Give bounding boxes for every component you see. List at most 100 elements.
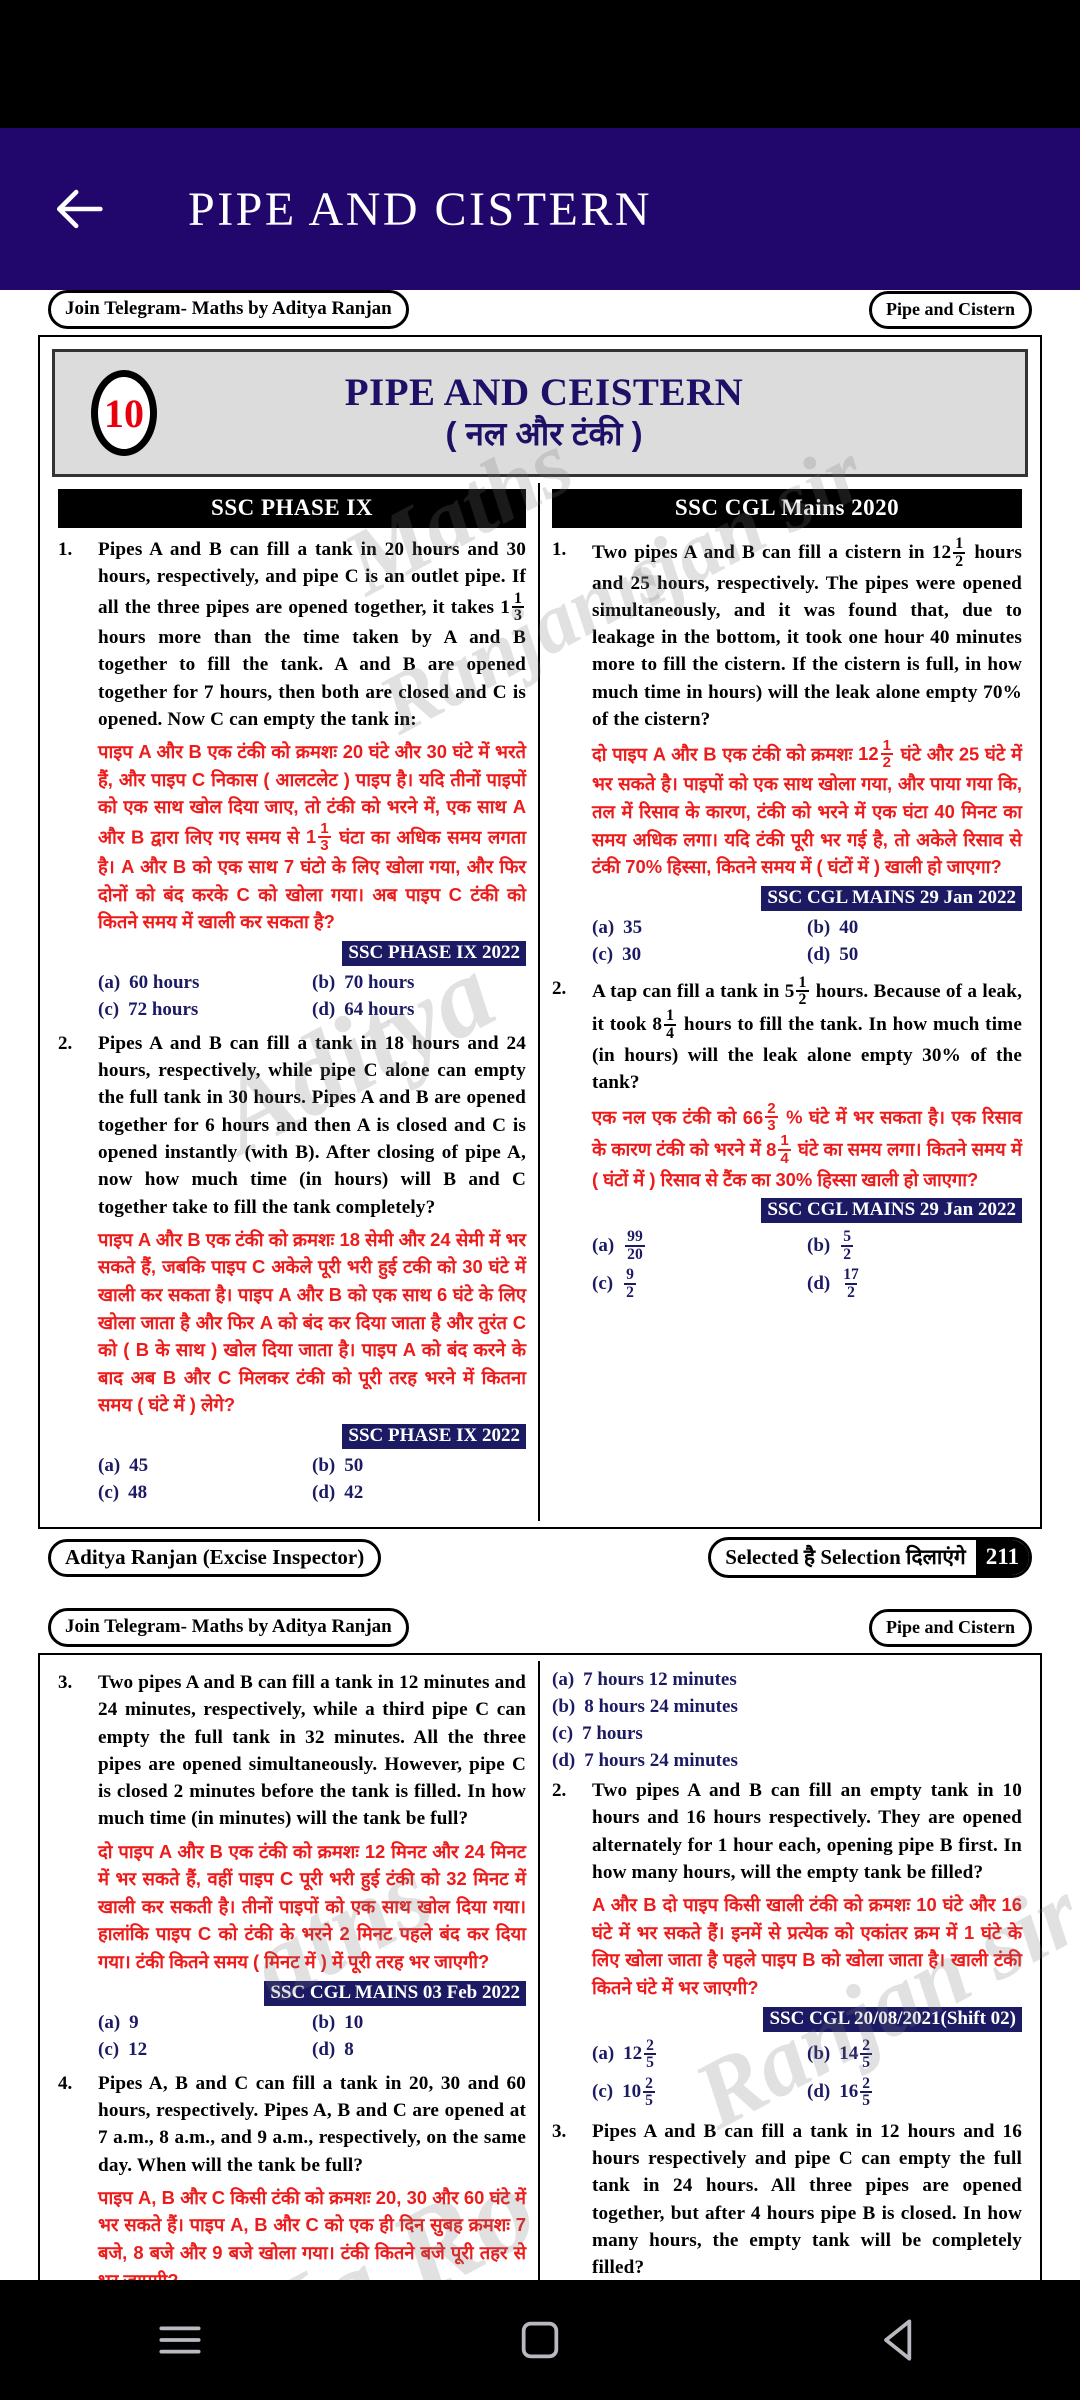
option-a[interactable]: (a) 99 20 [592, 1229, 807, 1262]
question-text-en-part2: hours and 25 hours, respectively. The pi… [592, 542, 1022, 730]
option-a[interactable]: (a) 7 hours 12 minutes [552, 1669, 1022, 1691]
fraction-whole: 12 [858, 743, 879, 765]
document-scroll-area[interactable]: Maths Ranjan s Aditya njan sir Join Tele… [0, 290, 1080, 2280]
option-b[interactable]: (b) 40 [807, 917, 1022, 939]
option-b[interactable]: (b) 50 [312, 1455, 526, 1477]
recents-icon[interactable] [152, 2312, 208, 2368]
option-mixed-fraction: 10 2 5 [622, 2076, 657, 2109]
option-text: 7 hours [582, 1723, 643, 1745]
option-text: 30 [622, 943, 642, 965]
option-d[interactable]: (d) 50 [807, 944, 1022, 966]
option-a[interactable]: (a) 12 2 5 [592, 2037, 807, 2071]
question-number: 1. [58, 539, 73, 560]
fraction-denominator: 5 [860, 2091, 873, 2110]
back-icon[interactable] [872, 2312, 928, 2368]
option-d[interactable]: (d) 42 [312, 1482, 526, 1504]
question-body: Two pipes A and B can fill an empty tank… [592, 1777, 1022, 2114]
telegram-pill[interactable]: Join Telegram- Maths by Aditya Ranjan [48, 1608, 409, 1648]
option-c[interactable]: (c) 12 [98, 2039, 312, 2061]
back-arrow-icon[interactable] [52, 180, 110, 238]
options-grid: (a) 99 20 (b) 5 2 (c) 9 2 (d) 17 2 [592, 1229, 1022, 1300]
fraction-whole: 1 [306, 826, 317, 848]
fraction-denominator: 4 [664, 1023, 677, 1042]
source-row: SSC CGL MAINS 29 Jan 2022 [592, 881, 1022, 911]
fraction-denominator: 2 [796, 990, 809, 1009]
question-item: 1. Pipes A and B can fill a tank in 20 h… [58, 536, 526, 1026]
option-label: (b) [807, 2043, 831, 2065]
option-b[interactable]: (b) 10 [312, 2012, 526, 2034]
option-label: (b) [312, 1455, 336, 1477]
option-c[interactable]: (c) 10 2 5 [592, 2076, 807, 2109]
option-row: (c) 30 (d) 50 [592, 944, 1022, 966]
option-a[interactable]: (a) 60 hours [98, 972, 312, 994]
mixed-fraction: 814 [652, 1008, 678, 1042]
option-d[interactable]: (d) 64 hours [312, 999, 526, 1021]
page-header-row: Join Telegram- Maths by Aditya Ranjan Pi… [38, 1608, 1042, 1653]
source-badge: SSC PHASE IX 2022 [342, 940, 526, 966]
question-text-en: A tap can fill a tank in 512 hours. Beca… [592, 974, 1022, 1097]
mixed-fraction: 814 [766, 1133, 793, 1166]
question-item: 2. Pipes A and B can fill a tank in 18 h… [58, 1030, 526, 1509]
options-grid: (a) 60 hours (b) 70 hours (c) 72 hours (d) 6… [98, 972, 526, 1021]
question-text-hi: दो पाइप A और B एक टंकी को क्रमशः 12 मिनट… [98, 1840, 526, 1973]
option-row: (a) 35 (b) 40 [592, 917, 1022, 939]
option-b[interactable]: (b) 70 hours [312, 972, 526, 994]
option-b[interactable]: (b) 14 2 5 [807, 2037, 1022, 2071]
option-c[interactable]: (c) 72 hours [98, 999, 312, 1021]
option-d[interactable]: (d) 16 2 5 [807, 2076, 1022, 2109]
option-fraction: 52 [841, 1229, 854, 1262]
option-mixed-fraction: 16 2 5 [839, 2076, 874, 2109]
option-d[interactable]: (d) 7 hours 24 minutes [552, 1750, 1022, 1772]
options-grid: (a) 45 (b) 50 (c) 48 (d) 42 [98, 1455, 526, 1504]
fraction-numerator: 9 [626, 1266, 634, 1284]
option-text: 50 [839, 943, 859, 965]
option-c[interactable]: (c) 48 [98, 1482, 312, 1504]
option-row: (c) 48 (d) 42 [98, 1482, 526, 1504]
option-row: (a) 7 hours 12 minutes [552, 1669, 1022, 1691]
fraction-whole: 12 [931, 542, 952, 564]
column-right: SSC CGL Mains 2020 1. Two pipes A and B … [540, 483, 1034, 1521]
option-a[interactable]: (a) 9 [98, 2012, 312, 2034]
option-b[interactable]: (b) 8 hours 24 minutes [552, 1696, 1022, 1718]
option-text: 12 [128, 2038, 148, 2060]
source-badge: SSC CGL MAINS 03 Feb 2022 [264, 1980, 526, 2006]
question-text-hi: पाइप A और B एक टंकी को क्रमशः 20 घंटे और… [98, 738, 526, 936]
question-text-hi: दो पाइप A और B एक टंकी को क्रमशः 12 1 2 घं… [592, 738, 1022, 881]
question-number: 2. [552, 1780, 567, 1802]
fraction-numerator: 1 [955, 535, 964, 552]
page-footer-row: Aditya Ranjan (Excise Inspector) Selecte… [38, 1529, 1042, 1579]
option-d[interactable]: (d) 8 [312, 2039, 526, 2061]
fraction-numerator: 2 [645, 2074, 653, 2092]
option-label: (c) [98, 1482, 120, 1504]
question-text-hi: पाइप A और B एक टंकी को क्रमशः 18 सेमी और… [98, 1228, 526, 1416]
fraction-denominator: 2 [624, 1282, 636, 1301]
option-text: 72 hours [128, 998, 199, 1020]
option-a[interactable]: (a) 35 [592, 917, 807, 939]
option-row: (c) 7 hours [552, 1723, 1022, 1745]
option-c[interactable]: (c) 30 [592, 944, 807, 966]
question-body: Two pipes A and B can fill a tank in 12 … [98, 1669, 526, 2066]
option-c[interactable]: (c) 9 2 [592, 1267, 807, 1300]
option-label: (a) [98, 971, 121, 993]
fraction-numerator: 1 [666, 1007, 675, 1025]
fraction-denominator: 3 [511, 606, 524, 625]
option-a[interactable]: (a) 45 [98, 1455, 312, 1477]
home-icon[interactable] [512, 2312, 568, 2368]
option-c[interactable]: (c) 7 hours [552, 1723, 1022, 1745]
option-fraction: 92 [624, 1267, 636, 1300]
option-text: 7 hours 12 minutes [583, 1669, 737, 1691]
question-body: Pipes A and B can fill a tank in 12 hour… [592, 2118, 1022, 2280]
option-mixed-fraction: 14 2 5 [839, 2037, 874, 2071]
telegram-pill[interactable]: Join Telegram- Maths by Aditya Ranjan [48, 290, 409, 329]
fraction-whole: 66 [742, 1106, 764, 1128]
fraction-denominator: 2 [880, 753, 893, 772]
option-label: (a) [592, 1234, 615, 1256]
option-text: 42 [344, 1482, 364, 1504]
page-frame: 10 PIPE AND CEISTERN ( नल और टंकी ) SSC … [38, 335, 1042, 1530]
fraction-numerator: 1 [882, 737, 891, 755]
option-d[interactable]: (d) 17 2 [807, 1267, 1022, 1300]
option-text: 64 hours [344, 998, 415, 1020]
question-body: Pipes A and B can fill a tank in 20 hour… [98, 536, 526, 1026]
option-text: 40 [839, 916, 859, 938]
option-b[interactable]: (b) 5 2 [807, 1229, 1022, 1262]
